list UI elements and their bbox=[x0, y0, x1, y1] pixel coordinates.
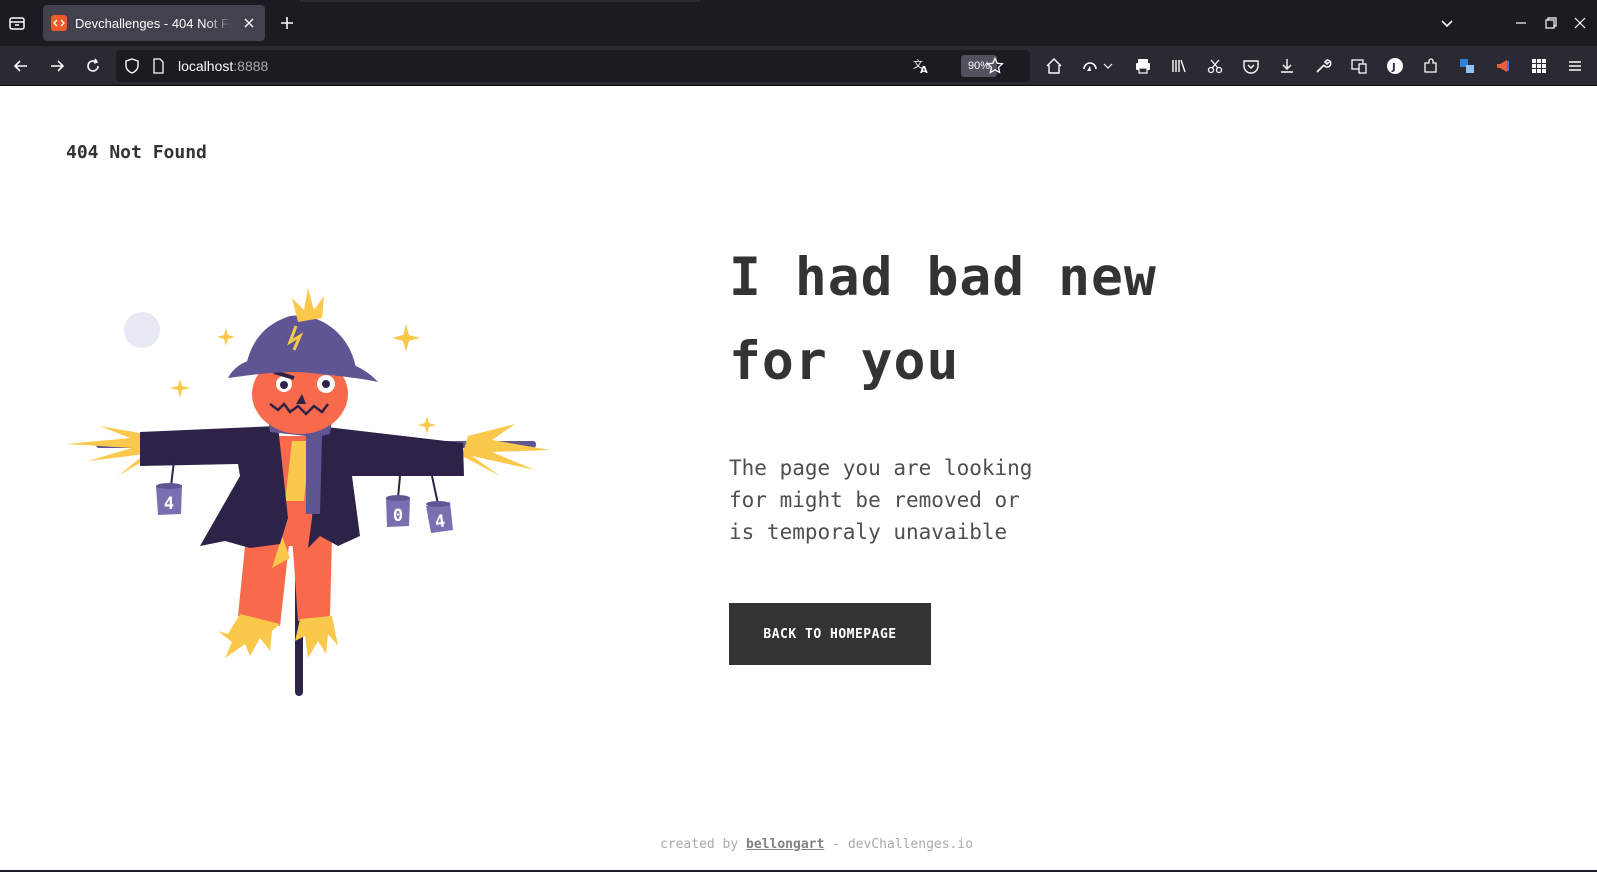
moon-icon bbox=[124, 312, 160, 348]
straw-hair bbox=[292, 288, 324, 322]
page-content: 404 Not Found 4 0 4 I had bad new for yo… bbox=[0, 86, 1597, 872]
can-left: 4 bbox=[156, 460, 182, 515]
extensions-puzzle-icon[interactable] bbox=[1419, 54, 1443, 78]
account-avatar-icon[interactable]: J bbox=[1383, 54, 1407, 78]
wrench-icon[interactable] bbox=[1311, 54, 1335, 78]
minimize-icon[interactable] bbox=[1510, 12, 1532, 34]
sync-icon[interactable] bbox=[1078, 54, 1102, 78]
author-link[interactable]: bellongart bbox=[746, 837, 824, 852]
brand-title: 404 Not Found bbox=[66, 142, 207, 163]
address-bar[interactable]: localhost:8888 文A 90% bbox=[116, 50, 1030, 82]
url-host: localhost bbox=[178, 58, 234, 74]
footer-prefix: created by bbox=[659, 837, 739, 852]
close-window-icon[interactable] bbox=[1569, 12, 1591, 34]
error-message-line-3: is temporaly unavaible bbox=[729, 520, 1008, 544]
back-arrow-icon[interactable] bbox=[9, 54, 33, 78]
scarecrow-hat-crown bbox=[245, 315, 356, 371]
page-info-icon[interactable] bbox=[146, 54, 170, 78]
can-left-digit: 4 bbox=[164, 494, 174, 514]
print-icon[interactable] bbox=[1131, 54, 1155, 78]
devchallenges-favicon-icon bbox=[51, 15, 67, 31]
tab-title: Devchallenges - 404 Not Found bbox=[75, 15, 233, 31]
url-text: localhost:8888 bbox=[178, 58, 268, 74]
scarecrow-right-leg bbox=[292, 536, 332, 621]
reload-icon[interactable] bbox=[81, 54, 105, 78]
restore-icon[interactable] bbox=[1540, 12, 1562, 34]
error-message: The page you are looking for might be re… bbox=[729, 452, 1069, 548]
home-icon[interactable] bbox=[1042, 54, 1066, 78]
straw-right-hand bbox=[462, 424, 550, 476]
browser-tab-active[interactable]: Devchallenges - 404 Not Found bbox=[43, 5, 265, 41]
apps-grid-icon[interactable] bbox=[1527, 54, 1551, 78]
scarecrow-illustration: 4 0 4 bbox=[66, 288, 550, 696]
translate-icon[interactable]: 文A bbox=[909, 54, 933, 78]
footer-credits: created by bellongart - devChallenges.io bbox=[0, 837, 1597, 852]
svg-text:A: A bbox=[920, 65, 928, 75]
bookmark-star-icon[interactable] bbox=[983, 54, 1007, 78]
can-middle-digit: 0 bbox=[393, 506, 403, 526]
list-all-tabs-icon[interactable] bbox=[1436, 12, 1458, 34]
url-port: :8888 bbox=[233, 58, 269, 74]
tab-bar-accent bbox=[300, 0, 700, 2]
tab-close-icon[interactable] bbox=[241, 15, 257, 31]
svg-text:J: J bbox=[1391, 62, 1396, 73]
browser-nav-bar: localhost:8888 文A 90% J bbox=[0, 46, 1597, 86]
responsive-design-icon[interactable] bbox=[1347, 54, 1371, 78]
browser-tab-bar: Devchallenges - 404 Not Found bbox=[0, 0, 1597, 46]
error-message-line-2: for might be removed or bbox=[729, 488, 1020, 512]
headline-line-2: for you bbox=[729, 331, 960, 392]
hamburger-menu-icon[interactable] bbox=[1563, 54, 1587, 78]
screenshot-icon[interactable] bbox=[1203, 54, 1227, 78]
sync-dropdown-chevron-icon[interactable] bbox=[1100, 54, 1116, 78]
footer-site: devChallenges.io bbox=[847, 837, 974, 852]
downloads-icon[interactable] bbox=[1275, 54, 1299, 78]
forward-arrow-icon[interactable] bbox=[45, 54, 69, 78]
headline-line-1: I had bad new bbox=[729, 247, 1157, 308]
error-message-line-1: The page you are looking bbox=[729, 456, 1033, 480]
new-tab-icon[interactable] bbox=[276, 12, 298, 34]
back-to-homepage-button[interactable]: BACK TO HOMEPAGE bbox=[729, 603, 931, 665]
headline: I had bad new for you bbox=[729, 236, 1289, 404]
tab-list-icon[interactable] bbox=[6, 12, 28, 34]
pocket-icon[interactable] bbox=[1239, 54, 1263, 78]
can-right: 4 bbox=[426, 475, 453, 533]
shield-icon[interactable] bbox=[120, 54, 144, 78]
library-icon[interactable] bbox=[1167, 54, 1191, 78]
megaphone-extension-icon[interactable] bbox=[1491, 54, 1515, 78]
can-middle: 0 bbox=[386, 475, 410, 527]
translator-extension-icon[interactable] bbox=[1455, 54, 1479, 78]
footer-separator: - bbox=[832, 837, 840, 852]
